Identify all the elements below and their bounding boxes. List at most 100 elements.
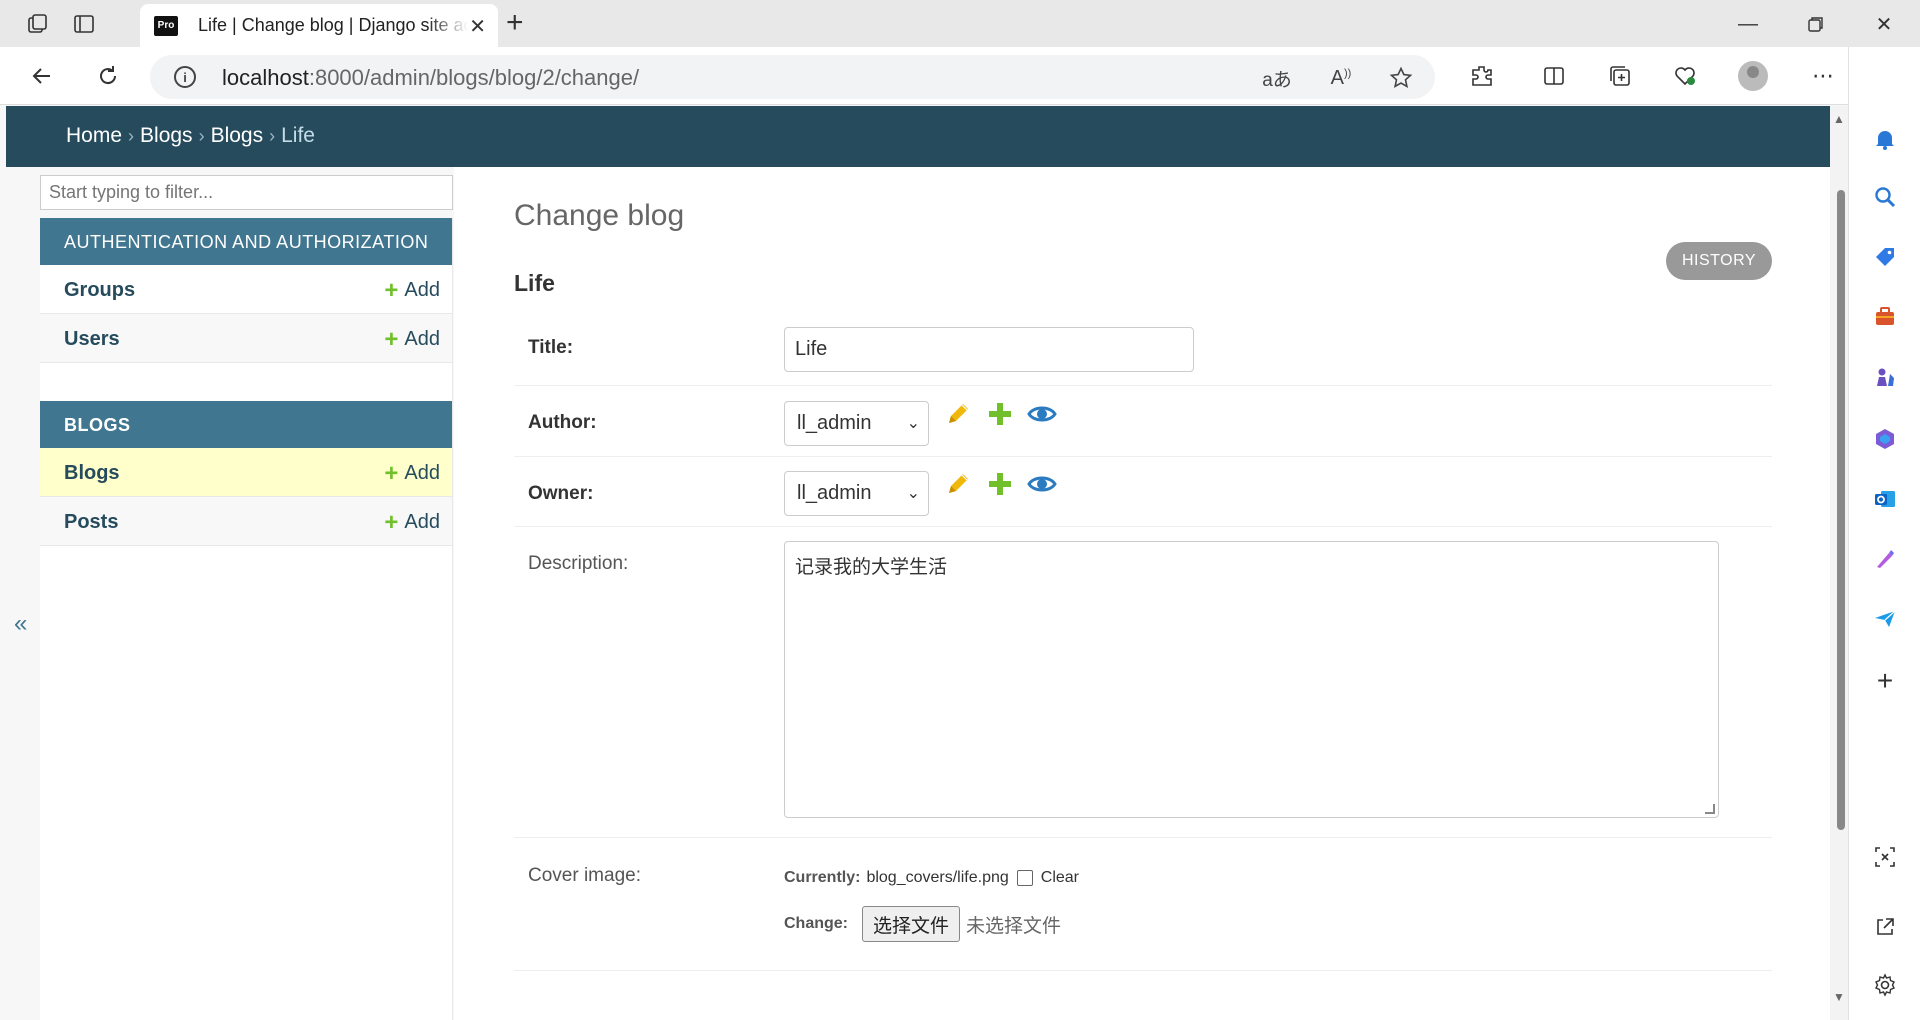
cover-image-change: Change: 选择文件 未选择文件 [784, 906, 1061, 942]
new-tab-icon[interactable]: + [506, 8, 524, 38]
main-content: Change blog HISTORY Life Title: Life Aut… [454, 167, 1830, 1020]
split-screen-icon[interactable] [1537, 59, 1571, 93]
tab-title: Life | Change blog | Django site admin [198, 15, 468, 35]
url-bar[interactable]: i localhost:8000/admin/blogs/blog/2/chan… [150, 55, 1435, 99]
title-input[interactable]: Life [784, 327, 1194, 372]
favorite-star-icon[interactable] [1386, 63, 1416, 93]
workspaces-icon[interactable] [22, 8, 54, 40]
tab-close-icon[interactable]: ✕ [469, 14, 486, 39]
edge-sidebar: + [1848, 47, 1920, 1020]
model-link-groups[interactable]: Groups [64, 279, 135, 302]
page-scrollbar-thumb[interactable] [1837, 190, 1845, 830]
screenshot-icon[interactable] [1871, 843, 1899, 871]
author-selected-value: ll_admin [797, 412, 872, 434]
view-author-eye-icon[interactable] [1026, 398, 1058, 430]
app-caption-auth[interactable]: AUTHENTICATION AND AUTHORIZATION [40, 218, 452, 265]
nav-row-posts: Posts + Add [40, 497, 452, 546]
add-blogs-link[interactable]: + Add [384, 461, 440, 485]
nav-sidebar: AUTHENTICATION AND AUTHORIZATION Groups … [40, 218, 453, 1020]
change-author-pencil-icon[interactable] [942, 398, 974, 430]
author-label: Author: [528, 412, 597, 433]
site-info-icon[interactable]: i [174, 66, 196, 88]
reload-icon[interactable] [90, 58, 126, 94]
read-aloud-icon[interactable]: A)) [1326, 63, 1356, 93]
active-tab[interactable]: Pro Life | Change blog | Django site adm… [140, 4, 498, 47]
send-drop-icon[interactable] [1871, 605, 1899, 633]
extensions-icon[interactable] [1465, 59, 1499, 93]
app-caption-blogs[interactable]: BLOGS [40, 401, 452, 448]
description-text: 记录我的大学生活 [795, 556, 948, 578]
current-file-link[interactable]: blog_covers/life.png [866, 869, 1008, 887]
microsoft365-icon[interactable] [1871, 425, 1899, 453]
nav-row-groups: Groups + Add [40, 265, 452, 314]
add-label: Add [404, 279, 440, 301]
collections-icon[interactable] [1603, 59, 1637, 93]
breadcrumb: Home › Blogs › Blogs › Life [66, 124, 315, 148]
sidebar-settings-gear-icon[interactable] [1871, 971, 1899, 999]
scroll-down-arrow-icon[interactable]: ▼ [1833, 990, 1845, 1004]
breadcrumb-model-link[interactable]: Blogs [211, 124, 264, 147]
more-menu-icon[interactable]: ⋯ [1806, 59, 1840, 93]
page-title: Change blog [514, 199, 685, 232]
choose-file-button[interactable]: 选择文件 [862, 906, 961, 942]
window-close-icon[interactable]: ✕ [1864, 8, 1904, 40]
textarea-resize-handle[interactable] [1705, 804, 1715, 814]
clear-label[interactable]: Clear [1041, 869, 1079, 887]
scroll-up-arrow-icon[interactable]: ▲ [1833, 112, 1845, 126]
add-owner-plus-icon[interactable] [984, 468, 1016, 500]
owner-select[interactable]: ll_admin ⌄ [784, 471, 929, 516]
form-row-author: Author: ll_admin ⌄ [514, 386, 1772, 457]
open-in-window-icon[interactable] [1871, 913, 1899, 941]
add-groups-link[interactable]: + Add [384, 276, 440, 304]
nav-filter-input[interactable] [40, 175, 453, 210]
currently-label: Currently: [784, 869, 861, 886]
toggle-nav-sidebar-button[interactable]: « [14, 610, 27, 638]
object-title: Life [514, 270, 555, 296]
outlook-icon[interactable] [1871, 485, 1899, 513]
model-link-posts[interactable]: Posts [64, 511, 118, 534]
change-label: Change: [784, 915, 848, 932]
browser-essentials-icon[interactable] [1668, 59, 1702, 93]
tab-actions-icon[interactable] [68, 8, 100, 40]
browser-tab-bar: Pro Life | Change blog | Django site adm… [0, 0, 1920, 47]
shopping-tag-icon[interactable] [1871, 243, 1899, 271]
model-link-users[interactable]: Users [64, 328, 120, 351]
back-icon[interactable] [24, 58, 60, 94]
description-textarea[interactable]: 记录我的大学生活 [784, 541, 1719, 818]
notifications-bell-icon[interactable] [1871, 125, 1899, 153]
search-icon[interactable] [1871, 183, 1899, 211]
model-link-blogs[interactable]: Blogs [64, 462, 120, 485]
add-users-link[interactable]: + Add [384, 327, 440, 351]
chevron-down-icon: ⌄ [906, 415, 920, 432]
address-toolbar: i localhost:8000/admin/blogs/blog/2/chan… [0, 47, 1920, 105]
add-author-plus-icon[interactable] [984, 398, 1016, 430]
add-sidebar-app-icon[interactable]: + [1871, 665, 1899, 696]
view-owner-eye-icon[interactable] [1026, 468, 1058, 500]
add-plus-icon: + [384, 276, 399, 304]
author-select[interactable]: ll_admin ⌄ [784, 401, 929, 446]
breadcrumb-app-link[interactable]: Blogs [140, 124, 193, 147]
breadcrumb-separator: › [128, 126, 135, 146]
restore-icon[interactable] [1796, 8, 1836, 40]
add-label: Add [404, 462, 440, 484]
designer-icon[interactable] [1871, 545, 1899, 573]
nav-row-users: Users + Add [40, 314, 452, 363]
form-row-cover-image: Cover image: Currently: blog_covers/life… [514, 838, 1772, 971]
form-row-title: Title: Life [514, 312, 1772, 386]
breadcrumb-home-link[interactable]: Home [66, 124, 122, 147]
minimize-icon[interactable]: — [1728, 8, 1768, 40]
form-row-owner: Owner: ll_admin ⌄ [514, 457, 1772, 527]
clear-checkbox[interactable] [1016, 870, 1033, 886]
add-label: Add [404, 328, 440, 350]
tools-briefcase-icon[interactable] [1871, 303, 1899, 331]
change-owner-pencil-icon[interactable] [942, 468, 974, 500]
translate-icon[interactable]: aあ [1262, 63, 1292, 93]
description-label: Description: [528, 553, 629, 574]
profile-avatar[interactable] [1736, 59, 1770, 93]
add-posts-link[interactable]: + Add [384, 508, 440, 536]
games-chess-icon[interactable] [1871, 363, 1899, 391]
breadcrumb-separator: › [269, 126, 276, 146]
url-text[interactable]: localhost:8000/admin/blogs/blog/2/change… [222, 65, 639, 91]
add-plus-icon: + [384, 508, 399, 536]
history-button[interactable]: HISTORY [1666, 242, 1772, 280]
